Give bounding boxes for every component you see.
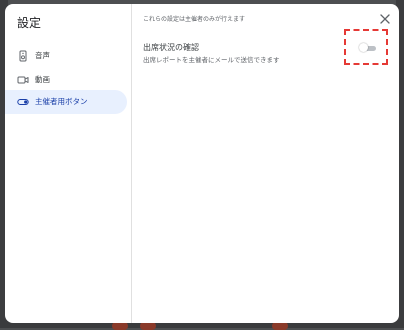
setting-description: 出席レポートを主催者にメールで送信できます <box>143 56 280 64</box>
settings-content: これらの設定は主催者のみが行えます 出席状況の確認 出席レポートを主催者にメール… <box>133 4 399 323</box>
dialog-title: 設定 <box>17 16 42 30</box>
settings-dialog: 設定 音声 動画 主催者用ボタン これらの設定は主催者のみが行えます 出席状況の… <box>5 4 399 323</box>
setting-title: 出席状況の確認 <box>143 43 199 52</box>
host-only-notice: これらの設定は主催者のみが行えます <box>143 16 246 23</box>
sidebar-item-label: 動画 <box>35 75 50 84</box>
speaker-icon <box>19 50 27 62</box>
attendance-toggle[interactable] <box>359 43 377 53</box>
sidebar-item-audio[interactable]: 音声 <box>5 44 127 68</box>
toggle-icon <box>17 99 29 105</box>
sidebar-item-label: 主催者用ボタン <box>35 97 88 106</box>
toolbar-button-edge <box>112 322 128 330</box>
sidebar-item-label: 音声 <box>35 51 50 60</box>
toolbar-button-edge <box>140 322 156 330</box>
settings-sidebar: 設定 音声 動画 主催者用ボタン <box>5 4 132 323</box>
close-icon[interactable] <box>378 12 392 26</box>
toolbar-button-edge <box>272 322 288 330</box>
sidebar-item-host-controls[interactable]: 主催者用ボタン <box>5 90 127 114</box>
video-camera-icon <box>17 76 29 84</box>
sidebar-item-video[interactable]: 動画 <box>5 68 127 92</box>
toggle-thumb <box>359 43 368 52</box>
